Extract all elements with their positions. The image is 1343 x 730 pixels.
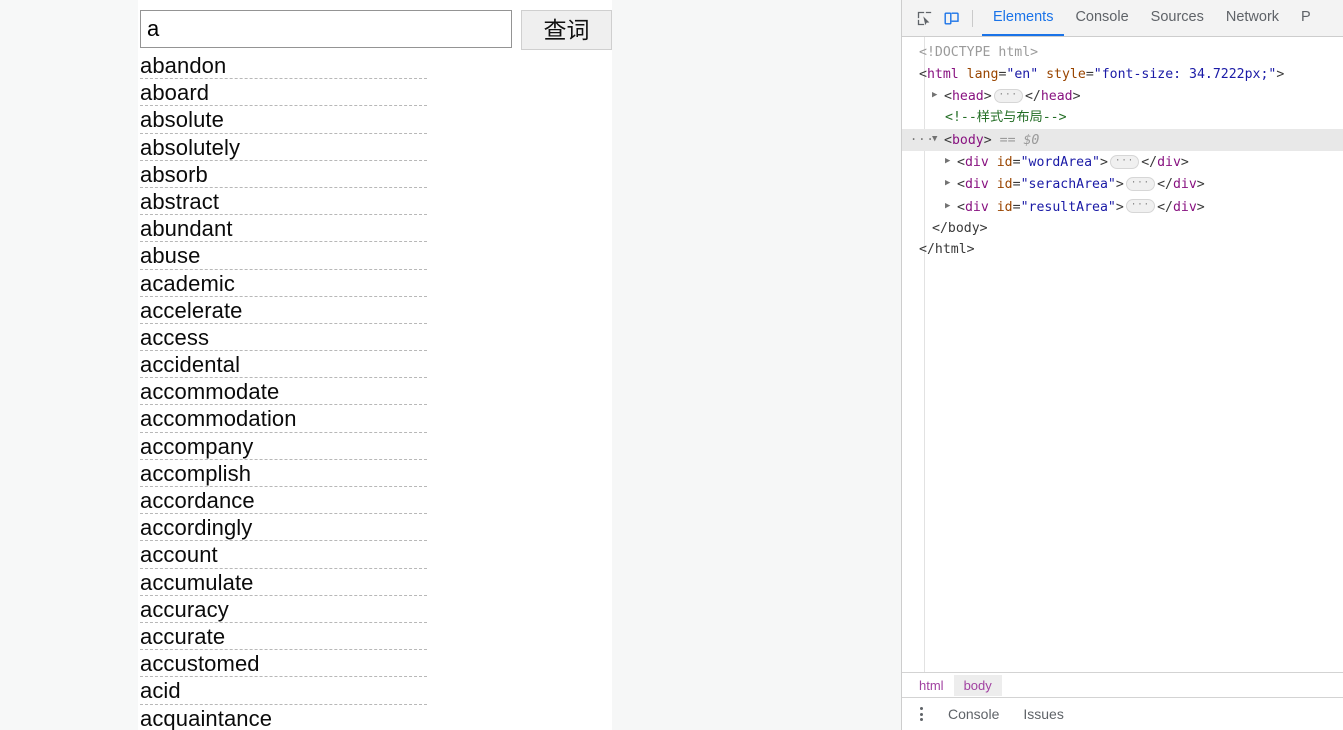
word-list-item[interactable]: absorb [140, 161, 427, 188]
dom-node-body[interactable]: ··· ▼ <body> == $0 [902, 128, 1343, 151]
breadcrumb: html body [902, 672, 1343, 697]
chevron-right-icon[interactable]: ▶ [945, 151, 956, 173]
selected-node-marker: == $0 [999, 132, 1040, 148]
word-list-item[interactable]: accurate [140, 623, 427, 651]
drawer-tab-console[interactable]: Console [948, 706, 1011, 722]
word-list-item[interactable]: acquaintance [140, 705, 427, 730]
result-area [612, 0, 901, 730]
drawer-tabs: Console Issues [948, 706, 1088, 722]
collapsed-children-badge[interactable]: ··· [1125, 199, 1156, 214]
attr-style-name: style [1046, 66, 1086, 82]
devtools-panel: Elements Console Sources Network P <!DOCTYPE… [901, 0, 1343, 730]
drawer-tab-issues[interactable]: Issues [1023, 706, 1075, 722]
word-list-item[interactable]: accuracy [140, 596, 427, 623]
word-list: abandon aboard absolute absolutely absorb abs… [140, 52, 427, 730]
devtools-tabs: Elements Console Sources Network P [982, 0, 1322, 36]
tab-console[interactable]: Console [1064, 0, 1139, 36]
word-list-item[interactable]: absolutely [140, 134, 427, 161]
collapsed-children-badge[interactable]: ··· [1125, 177, 1156, 191]
page-viewport: 查词 abandonaboardabsoluteabsolutelyabsorb… [0, 0, 901, 730]
word-list-item[interactable]: accidental [140, 351, 427, 379]
word-list-item[interactable]: academic [140, 270, 427, 297]
devtools-drawer: Console Issues [902, 697, 1343, 730]
dom-child-nodes: ▶ <div id="wordArea"> ··· </div> ▶ <div id="s… [902, 151, 1343, 218]
search-area: 查词 [140, 10, 612, 50]
dom-node-head[interactable]: ▶ <head> ··· </head> [902, 85, 1343, 107]
dom-node-html[interactable]: <html lang="en" style="font-size: 34.722… [902, 64, 1343, 86]
tag-name-head: head [951, 88, 984, 104]
chevron-right-icon[interactable]: ▶ [945, 196, 956, 218]
dom-node-doctype[interactable]: <!DOCTYPE html> [902, 42, 1343, 64]
inspect-element-icon[interactable] [911, 5, 938, 31]
devtools-toolbar: Elements Console Sources Network P [902, 0, 1343, 37]
attr-lang-name: lang [966, 66, 999, 82]
word-list-item[interactable]: accompany [140, 433, 427, 460]
word-list-item[interactable]: access [140, 324, 427, 352]
dom-node-div[interactable]: ▶ <div id="serachArea"> ··· </div> [902, 173, 1343, 195]
tag-name-html: html [926, 66, 959, 82]
toolbar-divider [972, 9, 973, 27]
breadcrumb-item-html[interactable]: html [909, 675, 954, 696]
more-options-icon[interactable] [912, 707, 930, 721]
dom-node-div[interactable]: ▶ <div id="resultArea"> ··· </div> [902, 196, 1343, 218]
word-list-item[interactable]: accommodation [140, 405, 427, 433]
collapsed-children-badge[interactable]: ··· [1109, 154, 1140, 169]
page-canvas: 查词 abandonaboardabsoluteabsolutelyabsorb… [0, 0, 901, 730]
breadcrumb-item-body[interactable]: body [953, 674, 1002, 696]
word-list-item[interactable]: abandon [140, 52, 427, 80]
word-list-item[interactable]: abundant [140, 215, 427, 243]
dom-node-html-close[interactable]: </html> [902, 239, 1343, 261]
word-list-item[interactable]: accommodate [140, 378, 427, 406]
word-list-item[interactable]: abuse [140, 242, 427, 270]
node-menu-icon[interactable]: ··· [910, 129, 935, 151]
word-list-item[interactable]: accelerate [140, 297, 427, 324]
chevron-right-icon[interactable]: ▶ [932, 85, 943, 107]
word-list-item[interactable]: absolute [140, 106, 427, 134]
word-list-item[interactable]: abstract [140, 188, 427, 216]
device-toolbar-icon[interactable] [938, 5, 965, 31]
search-input[interactable] [140, 10, 512, 48]
attr-style-value: "font-size: 34.7222px;" [1093, 66, 1277, 82]
attr-lang-value: "en" [1006, 66, 1039, 82]
tab-sources[interactable]: Sources [1140, 0, 1215, 36]
word-list-item[interactable]: acid [140, 677, 427, 705]
collapsed-children-badge[interactable]: ··· [993, 88, 1023, 103]
word-list-item[interactable]: accumulate [140, 569, 427, 596]
chevron-right-icon[interactable]: ▶ [945, 173, 956, 195]
search-row: 查词 [140, 10, 612, 50]
tab-p[interactable]: P [1290, 0, 1322, 36]
dom-node-body-close[interactable]: </body> [902, 218, 1343, 240]
word-list-item[interactable]: accordance [140, 487, 427, 515]
word-list-item[interactable]: accordingly [140, 514, 427, 542]
word-list-item[interactable]: aboard [140, 79, 427, 107]
word-list-item[interactable]: accustomed [140, 650, 427, 678]
word-list-item[interactable]: accomplish [140, 460, 427, 487]
dom-node-comment[interactable]: <!--样式与布局--> [902, 107, 1343, 129]
tab-network[interactable]: Network [1215, 0, 1290, 36]
word-list-item[interactable]: account [140, 541, 427, 569]
dom-tree: <!DOCTYPE html> <html lang="en" style="f… [902, 37, 1343, 672]
tab-elements[interactable]: Elements [982, 0, 1065, 36]
dom-node-div[interactable]: ▶ <div id="wordArea"> ··· </div> [902, 151, 1343, 173]
tag-name-body: body [951, 132, 984, 148]
lookup-word-button[interactable]: 查词 [521, 10, 612, 50]
